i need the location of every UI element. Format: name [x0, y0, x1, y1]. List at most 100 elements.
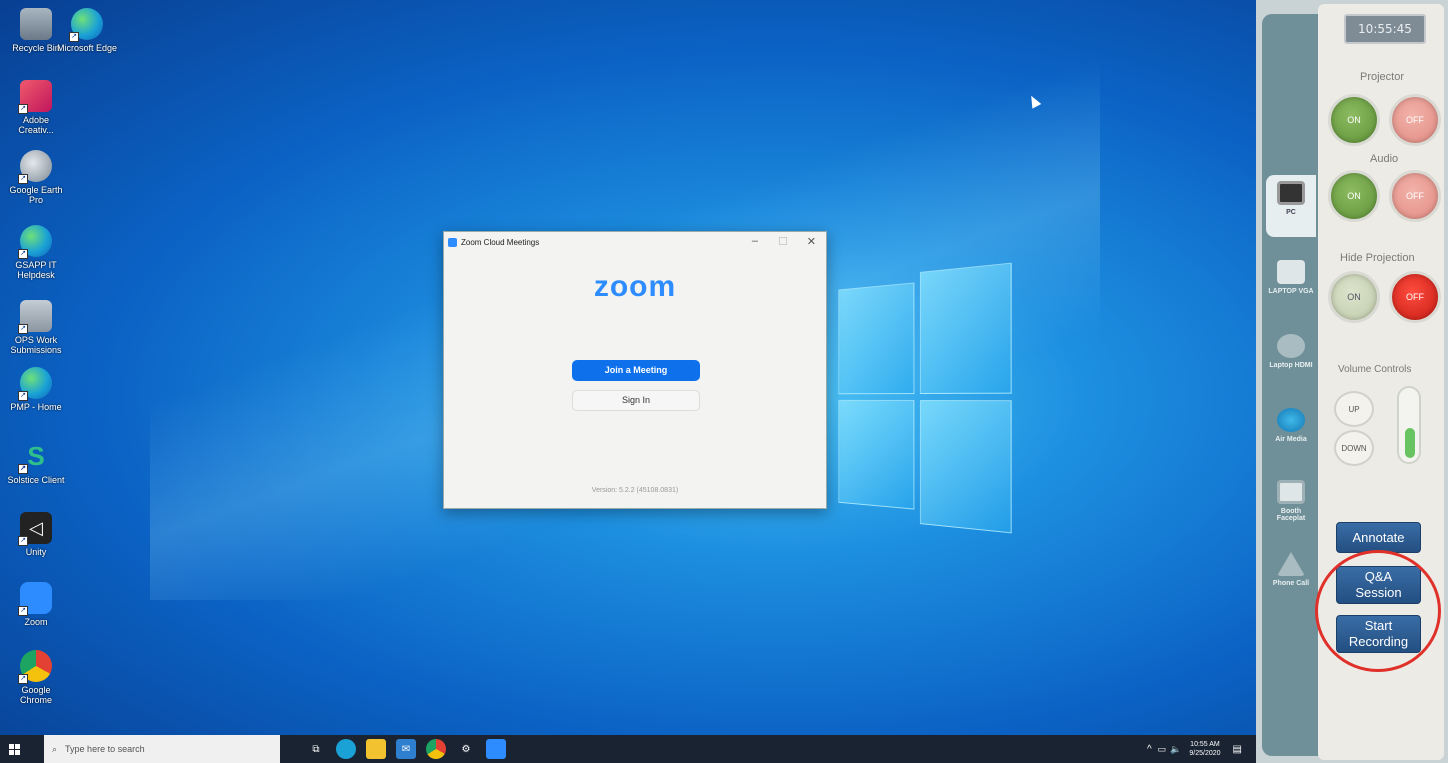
volume-level-meter	[1397, 386, 1421, 464]
source-laptop-hdmi-button[interactable]: Laptop HDMI	[1266, 328, 1316, 390]
volume-controls-label: Volume Controls	[1338, 364, 1412, 375]
air-media-icon	[1277, 408, 1305, 432]
projector-off-button[interactable]: OFF	[1389, 94, 1441, 146]
start-button[interactable]	[0, 735, 28, 763]
desktop-icon-google-earth-pro[interactable]: ↗ Google Earth Pro	[5, 150, 67, 205]
volume-down-button[interactable]: DOWN	[1334, 430, 1374, 466]
edge-icon: ↗	[18, 225, 52, 259]
source-booth-faceplate-button[interactable]: Booth Faceplat	[1266, 474, 1316, 536]
volume-level-fill	[1405, 428, 1415, 458]
chrome-taskbar-icon[interactable]	[426, 739, 446, 759]
desktop-icon-label: Zoom	[24, 617, 48, 627]
zoom-app-icon	[448, 237, 457, 247]
phone-icon	[1277, 552, 1305, 576]
file-explorer-icon[interactable]	[366, 739, 386, 759]
audio-label: Audio	[1370, 153, 1399, 165]
network-icon[interactable]: ▭	[1158, 744, 1167, 755]
adobe-creative-cloud-icon: ↗	[18, 80, 52, 114]
desktop-icon-label: Solstice Client	[7, 475, 65, 485]
desktop-icon-label: Microsoft Edge	[56, 43, 118, 53]
zoom-taskbar-icon[interactable]	[486, 739, 506, 759]
desktop-icon-unity[interactable]: ◁ ↗ Unity	[5, 512, 67, 557]
desktop-icon-microsoft-edge[interactable]: ↗ Microsoft Edge	[56, 8, 118, 53]
annotation-highlight-circle	[1315, 550, 1441, 672]
unity-icon: ◁ ↗	[18, 512, 52, 546]
zoom-version-label: Version: 5.2.2 (45108.0831)	[591, 487, 679, 494]
settings-gear-icon[interactable]: ⚙	[456, 739, 476, 759]
desktop-icon-pmp-home[interactable]: ↗ PMP - Home	[5, 367, 67, 412]
clock-time: 10:55 AM	[1190, 741, 1220, 748]
audio-on-button[interactable]: ON	[1328, 170, 1380, 222]
shortcut-icon: ↗	[18, 300, 52, 334]
audio-off-button[interactable]: OFF	[1389, 170, 1441, 222]
task-view-icon[interactable]: ⧉	[306, 739, 326, 759]
close-icon[interactable]: ✕	[807, 235, 816, 248]
desktop-icon-label: Unity	[25, 547, 47, 557]
hide-projection-label: Hide Projection	[1340, 252, 1415, 264]
desktop: Recycle Bin ↗ Microsoft Edge ↗ Adobe Cre…	[0, 0, 1256, 763]
edge-icon: ↗	[18, 367, 52, 401]
windows-logo-wallpaper	[838, 262, 1012, 534]
taskbar: ⌕ Type here to search ⧉ ✉ ⚙ ^ ▭ 🔈 10:55 …	[0, 735, 1256, 763]
chrome-icon: ↗	[18, 650, 52, 684]
search-icon: ⌕	[52, 743, 58, 754]
desktop-icon-label: Google Earth Pro	[9, 185, 63, 205]
notifications-icon[interactable]: ▤	[1233, 744, 1242, 755]
desktop-icon-solstice[interactable]: S ↗ Solstice Client	[5, 440, 67, 485]
projector-on-button[interactable]: ON	[1328, 94, 1380, 146]
zoom-window-title: Zoom Cloud Meetings	[461, 237, 540, 247]
minimize-icon[interactable]: –	[752, 235, 758, 247]
source-label: Air Media	[1275, 436, 1307, 443]
search-placeholder: Type here to search	[65, 744, 145, 754]
projector-label: Projector	[1360, 71, 1405, 83]
solstice-icon: S ↗	[18, 440, 52, 474]
taskbar-search-input[interactable]: ⌕ Type here to search	[44, 735, 280, 763]
annotate-button[interactable]: Annotate	[1336, 522, 1421, 553]
taskbar-clock[interactable]: 10:55 AM 9/25/2020	[1189, 740, 1220, 758]
zoom-logo: zoom	[593, 270, 677, 303]
edge-icon: ↗	[69, 8, 103, 42]
clock-date: 9/25/2020	[1189, 750, 1221, 757]
source-phone-call-button[interactable]: Phone Call	[1266, 546, 1316, 608]
desktop-icon-google-chrome[interactable]: ↗ Google Chrome	[5, 650, 67, 705]
source-label: Booth Faceplat	[1276, 508, 1306, 522]
desktop-computer-icon	[1277, 181, 1305, 205]
hdmi-cable-icon	[1277, 334, 1305, 358]
desktop-icon-label: PMP - Home	[10, 402, 62, 412]
monitor-icon	[1277, 480, 1305, 504]
zoom-title-bar[interactable]: Zoom Cloud Meetings	[444, 232, 826, 252]
edge-taskbar-icon[interactable]	[336, 739, 356, 759]
recycle-bin-icon	[20, 8, 52, 40]
zoom-window: Zoom Cloud Meetings – ☐ ✕ zoom Join a Me…	[443, 231, 827, 509]
hide-projection-on-button[interactable]: ON	[1328, 271, 1380, 323]
desktop-icon-adobe-creative[interactable]: ↗ Adobe Creativ...	[5, 80, 67, 135]
desktop-icon-gsapp-helpdesk[interactable]: ↗ GSAPP IT Helpdesk	[5, 225, 67, 280]
google-earth-icon: ↗	[18, 150, 52, 184]
volume-up-button[interactable]: UP	[1334, 391, 1374, 427]
time-display: 10:55:45	[1344, 14, 1426, 44]
source-laptop-vga-button[interactable]: LAPTOP VGA	[1266, 254, 1316, 316]
windows-start-icon	[8, 743, 20, 755]
join-meeting-button[interactable]: Join a Meeting	[572, 360, 700, 381]
source-label: Laptop HDMI	[1269, 362, 1313, 369]
desktop-icon-label: OPS Work Submissions	[10, 335, 62, 355]
volume-icon[interactable]: 🔈	[1170, 744, 1181, 755]
source-air-media-button[interactable]: Air Media	[1266, 402, 1316, 464]
desktop-icon-ops-work[interactable]: ↗ OPS Work Submissions	[5, 300, 67, 355]
desktop-icon-label: Adobe Creativ...	[18, 115, 54, 135]
hide-projection-off-button[interactable]: OFF	[1389, 271, 1441, 323]
desktop-icon-zoom[interactable]: ↗ Zoom	[5, 582, 67, 627]
source-label: LAPTOP VGA	[1268, 288, 1314, 295]
source-pc-button[interactable]: PC	[1266, 175, 1316, 237]
sign-in-button[interactable]: Sign In	[572, 390, 700, 411]
desktop-icon-label: GSAPP IT Helpdesk	[15, 260, 57, 280]
source-label: Phone Call	[1272, 580, 1310, 587]
system-tray: ^ ▭ 🔈 10:55 AM 9/25/2020 ▤	[1147, 735, 1242, 763]
tray-chevron-icon[interactable]: ^	[1147, 744, 1152, 755]
zoom-icon: ↗	[18, 582, 52, 616]
mouse-cursor-icon	[1026, 93, 1042, 109]
laptop-icon	[1277, 260, 1305, 284]
desktop-icon-label: Google Chrome	[19, 685, 52, 705]
source-label: PC	[1286, 209, 1296, 216]
mail-icon[interactable]: ✉	[396, 739, 416, 759]
